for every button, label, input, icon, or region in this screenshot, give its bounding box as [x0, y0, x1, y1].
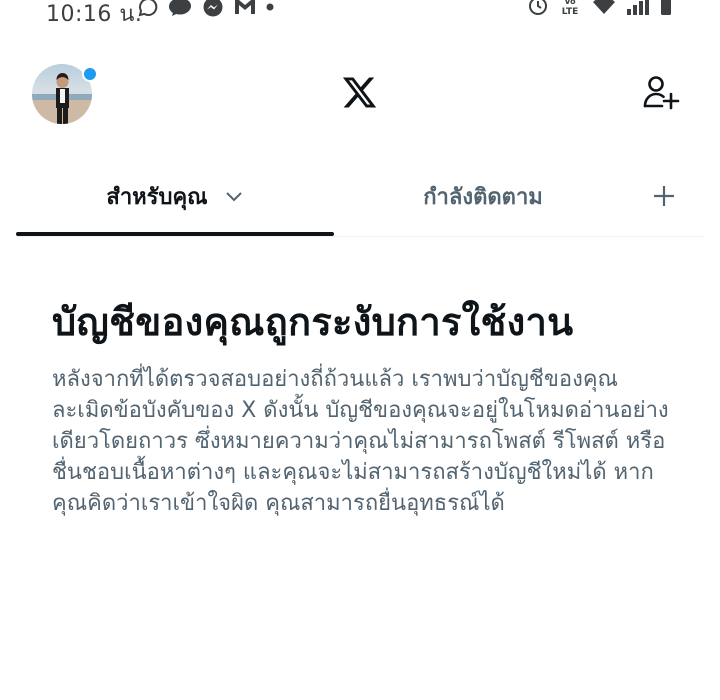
messenger-icon [203, 0, 223, 17]
tab-following[interactable]: กำลังติดตาม [334, 160, 632, 232]
alarm-icon [529, 0, 547, 15]
message-icon [169, 0, 191, 16]
svg-text:Vo: Vo [564, 0, 576, 6]
wifi-icon [593, 0, 615, 14]
battery-icon [661, 0, 671, 15]
tab-following-label: กำลังติดตาม [423, 184, 543, 210]
profile-avatar-button[interactable] [32, 64, 98, 124]
signal-icon [627, 0, 649, 15]
status-time: 10:16 น. [46, 2, 143, 27]
plus-icon [654, 186, 674, 206]
tab-for-you[interactable]: สำหรับคุณ [16, 160, 334, 232]
status-notification-icons [138, 0, 274, 17]
app-header [0, 55, 720, 135]
x-logo-icon[interactable] [341, 74, 378, 111]
svg-text:LTE: LTE [562, 7, 579, 16]
notice-title: บัญชีของคุณถูกระงับการใช้งาน [52, 300, 574, 344]
tab-for-you-label: สำหรับคุณ [106, 184, 208, 210]
notice-body: หลังจากที่ได้ตรวจสอบอย่างถี่ถ้วนแล้ว เรา… [52, 367, 669, 516]
add-user-icon[interactable] [642, 73, 682, 113]
tab-divider [16, 236, 704, 237]
notification-dot [82, 66, 98, 82]
status-bar: 10:16 น. Vo LTE [0, 0, 720, 27]
chevron-down-icon[interactable] [224, 186, 244, 206]
timeline-tabs: สำหรับคุณ กำลังติดตาม [0, 160, 720, 238]
suspension-notice: บัญชีของคุณถูกระงับการใช้งาน หลังจากที่ไ… [52, 296, 672, 519]
chat-bubble-icon [138, 0, 158, 17]
status-system-icons: Vo LTE [528, 0, 672, 16]
gmail-icon [235, 0, 255, 14]
dot-icon [266, 3, 274, 11]
add-timeline-button[interactable] [640, 174, 688, 218]
volte-icon: Vo LTE [562, 0, 579, 16]
